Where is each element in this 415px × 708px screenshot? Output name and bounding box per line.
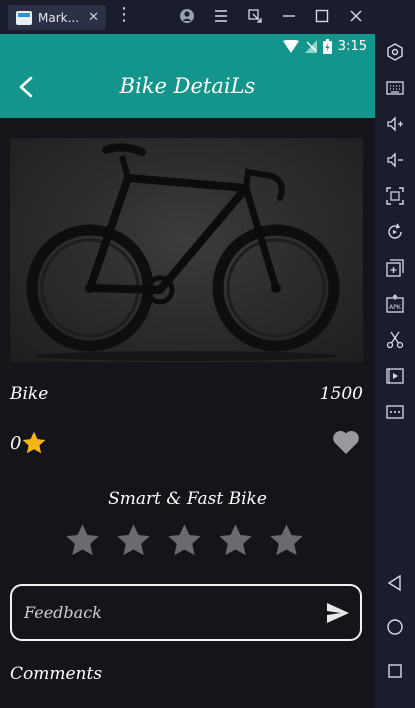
screenshot-icon[interactable] xyxy=(247,8,263,24)
bike-subtitle: Smart & Fast Bike xyxy=(108,489,267,509)
account-icon[interactable] xyxy=(179,8,195,24)
hamburger-menu-icon[interactable] xyxy=(213,8,229,24)
rating-count: 0 xyxy=(10,432,22,454)
minimize-icon[interactable] xyxy=(281,8,297,24)
more-options-icon[interactable] xyxy=(385,402,405,422)
comments-heading: Comments xyxy=(10,664,103,684)
send-icon[interactable] xyxy=(326,602,350,624)
rating-input-stars xyxy=(64,522,305,559)
apk-install-icon[interactable]: APK xyxy=(385,294,405,314)
bike-name: Bike xyxy=(10,384,49,404)
bike-image xyxy=(10,138,363,362)
maximize-icon[interactable] xyxy=(314,8,330,24)
volume-up-icon[interactable] xyxy=(385,114,405,134)
app-tab-icon xyxy=(16,10,32,25)
status-bar: 3:15 xyxy=(282,39,367,54)
rotate-icon[interactable] xyxy=(385,222,405,242)
app-screen: 3:15 Bike DetaiLs Bike 1500 0 Smart & Fa… xyxy=(0,34,375,708)
status-time: 3:15 xyxy=(337,39,367,54)
app-header: 3:15 Bike DetaiLs xyxy=(0,34,375,118)
svg-text:APK: APK xyxy=(389,304,402,311)
bike-price: 1500 xyxy=(319,384,363,404)
scissors-icon[interactable] xyxy=(385,330,405,350)
rating-star-icon xyxy=(23,431,46,454)
back-nav-icon[interactable] xyxy=(385,573,405,593)
app-tab-title: Mark... xyxy=(38,10,80,25)
fullscreen-icon[interactable] xyxy=(385,186,405,206)
more-menu-icon[interactable]: ⋮ xyxy=(115,6,133,24)
battery-icon xyxy=(322,39,332,54)
rating-summary: 0 xyxy=(10,430,47,456)
favorite-heart-icon[interactable] xyxy=(332,429,360,455)
app-tab[interactable]: Mark... ✕ xyxy=(8,5,106,30)
recents-nav-icon[interactable] xyxy=(385,661,405,681)
home-nav-icon[interactable] xyxy=(385,617,405,637)
rate-star-5-icon[interactable] xyxy=(268,522,305,559)
no-signal-icon xyxy=(304,40,317,53)
page-title: Bike DetaiLs xyxy=(119,74,256,98)
emulator-sidebar: APK xyxy=(375,34,415,708)
media-icon[interactable] xyxy=(385,366,405,386)
tab-close-button[interactable]: ✕ xyxy=(88,10,99,25)
rate-star-4-icon[interactable] xyxy=(217,522,254,559)
window-close-icon[interactable] xyxy=(348,8,364,24)
multi-instance-icon[interactable] xyxy=(385,258,405,278)
feedback-input[interactable] xyxy=(24,596,314,629)
bicycle-illustration xyxy=(26,143,340,361)
emulator-titlebar: Mark... ✕ ⋮ xyxy=(0,0,415,34)
wifi-icon xyxy=(282,40,299,53)
keyboard-icon[interactable] xyxy=(385,78,405,98)
settings-icon[interactable] xyxy=(385,42,405,62)
rate-star-3-icon[interactable] xyxy=(166,522,203,559)
volume-down-icon[interactable] xyxy=(385,150,405,170)
rate-star-1-icon[interactable] xyxy=(64,522,101,559)
feedback-box xyxy=(10,584,362,641)
rate-star-2-icon[interactable] xyxy=(115,522,152,559)
